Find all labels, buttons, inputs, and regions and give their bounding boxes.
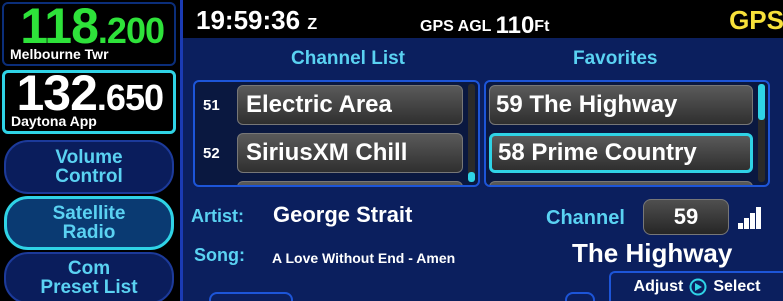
song-value: A Love Without End - Amen <box>272 250 456 266</box>
bottom-tab-stub <box>209 292 293 301</box>
hint-adjust: Adjust <box>633 278 684 295</box>
favorites-list-item-partial[interactable] <box>489 181 753 185</box>
hint-select: Select <box>713 278 761 295</box>
satellite-button-line2: Radio <box>62 222 116 243</box>
satellite-radio-button[interactable]: Satellite Radio <box>4 196 174 250</box>
satellite-radio-panel: 19:59:36 Z GPS AGL 110Ft GPS Channel Lis… <box>180 0 783 301</box>
standby-facility-name: Daytona App <box>11 113 97 129</box>
song-label: Song: <box>194 245 245 265</box>
volume-button-line1: Volume <box>55 147 123 168</box>
agl-unit: Ft <box>534 18 550 35</box>
standby-com-frequency[interactable]: 132.650 Daytona App <box>2 65 176 134</box>
standby-frequency-khz: .650 <box>96 77 164 118</box>
active-facility-name: Melbourne Twr <box>10 46 109 62</box>
gps-agl-readout: GPS AGL 110Ft <box>420 10 550 39</box>
channel-label: Channel <box>546 207 625 229</box>
channel-name: Electric Area <box>246 91 392 118</box>
volume-button-line2: Control <box>55 166 123 187</box>
favorites-list[interactable]: 59 The Highway 58 Prime Country <box>484 80 770 187</box>
signal-strength-icon <box>738 207 762 229</box>
favorite-name: 58 Prime Country <box>498 139 697 166</box>
channel-list-item[interactable]: SiriusXM Chill <box>237 133 463 173</box>
artist-label: Artist: <box>191 206 244 226</box>
artist-value: George Strait <box>273 202 413 227</box>
channel-list-header: Channel List <box>291 48 406 69</box>
active-frequency-khz: .200 <box>97 10 165 51</box>
favorite-name: 59 The Highway <box>496 91 678 118</box>
left-panel: 118.200 Melbourne Twr 132.650 Daytona Ap… <box>0 0 180 301</box>
favorites-scroll-thumb[interactable] <box>758 84 765 120</box>
channel-list-item[interactable]: Electric Area <box>237 85 463 125</box>
com-preset-button-line1: Com <box>67 258 111 279</box>
channel-number: 51 <box>203 97 220 114</box>
channel-list[interactable]: 51 Electric Area 52 SiriusXM Chill <box>193 80 480 187</box>
favorites-scrollbar[interactable] <box>758 84 765 182</box>
channel-name: SiriusXM Chill <box>246 139 408 166</box>
channel-number-field[interactable]: 59 <box>643 199 729 235</box>
channel-number: 52 <box>203 145 220 162</box>
status-bar: 19:59:36 Z GPS AGL 110Ft GPS <box>183 0 783 39</box>
bottom-tab-stub <box>565 292 595 301</box>
volume-control-button[interactable]: Volume Control <box>4 140 174 194</box>
favorites-list-item[interactable]: 59 The Highway <box>489 85 753 125</box>
time-zone: Z <box>307 16 318 33</box>
channel-list-scrollbar[interactable] <box>468 84 475 182</box>
utc-time: 19:59:36 Z <box>196 5 317 36</box>
favorites-header: Favorites <box>573 48 658 69</box>
channel-scroll-thumb[interactable] <box>468 172 475 182</box>
nav-source: GPS <box>729 5 783 35</box>
knob-icon <box>689 278 707 296</box>
com-preset-list-button[interactable]: Com Preset List <box>4 252 174 301</box>
favorites-list-item-selected[interactable]: 58 Prime Country <box>489 133 753 173</box>
station-name: The Highway <box>572 238 733 268</box>
adjust-select-hint: Adjust Select <box>609 271 783 301</box>
channel-list-item-partial[interactable] <box>237 181 463 185</box>
time-value: 19:59:36 <box>196 5 301 35</box>
agl-label: GPS AGL <box>420 18 492 35</box>
active-com-frequency[interactable]: 118.200 Melbourne Twr <box>2 0 176 66</box>
agl-value: 110 <box>495 12 535 39</box>
satellite-button-line1: Satellite <box>52 203 126 224</box>
com-preset-button-line2: Preset List <box>40 277 138 298</box>
